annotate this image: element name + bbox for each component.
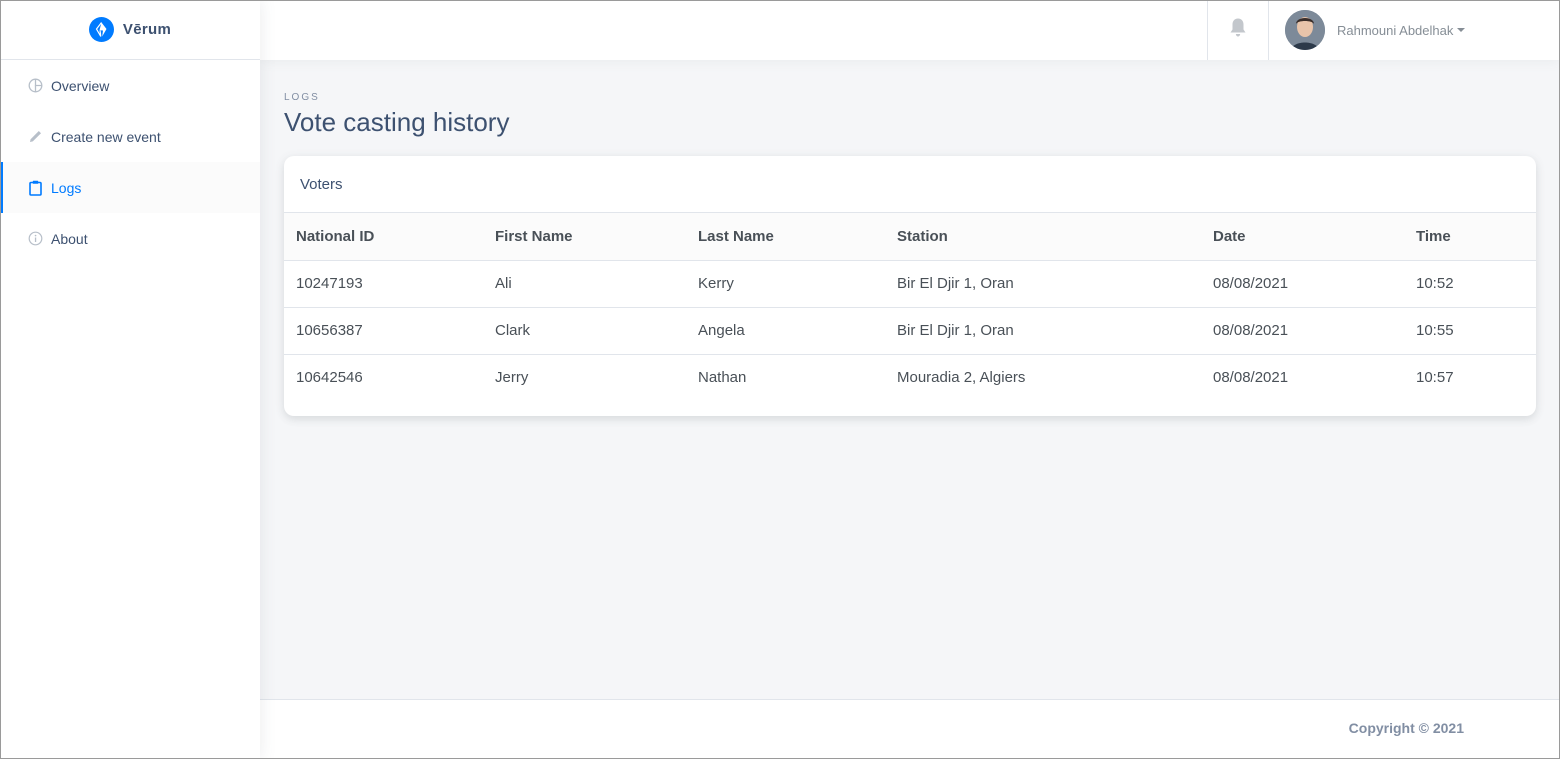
table-row: 10656387 Clark Angela Bir El Djir 1, Ora… [284,307,1536,355]
table-cell: 10:52 [1416,260,1536,308]
copyright-text: Copyright © 2021 [1348,720,1464,736]
pie-chart-icon [27,78,43,94]
brand-name: Vērum [122,21,172,38]
sidebar-item-about[interactable]: About [0,213,260,264]
table-cell: Kerry [698,260,897,308]
caret-down-icon [1457,28,1466,32]
sidebar-item-overview[interactable]: Overview [0,60,260,111]
avatar [1285,10,1325,50]
table-cell: 08/08/2021 [1213,369,1289,387]
column-header: Last Name [698,213,897,261]
pencil-icon [27,129,43,145]
table-cell: Ali [495,260,698,308]
bell-icon [1229,17,1247,43]
user-menu-dropdown[interactable]: Rahmouni Abdelhak [1269,0,1560,60]
table-cell: 08/08/2021 [1213,260,1416,308]
table-cell: 10642546 [296,369,363,387]
page-header: LOGS Vote casting history [284,92,509,138]
table-cell: 10247193 [284,260,495,308]
user-name: Rahmouni Abdelhak [1337,22,1454,38]
table-cell: Jerry [495,369,529,387]
column-header: First Name [495,213,698,261]
column-header: Time [1416,213,1536,261]
table-cell: Bir El Djir 1, Oran [897,307,1213,355]
voters-table: National ID First Name Last Name Station… [284,213,1536,401]
table-cell: 08/08/2021 [1213,307,1416,355]
sidebar-item-label: Logs [51,179,82,196]
voters-card: Voters National ID First Name Last Name … [284,156,1536,416]
column-header: Date [1213,213,1416,261]
table-cell: 10656387 [284,307,495,355]
table-cell: Bir El Djir 1, Oran [897,260,1213,308]
sidebar-item-logs[interactable]: Logs [0,162,260,213]
footer: Copyright © 2021 [260,699,1560,759]
table-cell: Nathan [698,369,747,387]
brand-logo-icon [88,17,114,42]
column-header: Station [897,213,1213,261]
table-cell: Clark [495,307,698,355]
sidebar-nav: Overview Create new event Logs About [0,60,260,264]
sidebar-item-label: Create new event [51,128,161,145]
table-row: 10642546 Jerry Nathan Mouradia 2, Algier… [284,354,1536,401]
table-row: 10247193 Ali Kerry Bir El Djir 1, Oran 0… [284,260,1536,308]
column-header: National ID [284,213,495,261]
card-title: Voters [284,156,1536,213]
main-content: LOGS Vote casting history Voters Nationa… [260,60,1560,699]
sidebar-item-label: Overview [51,77,110,94]
sidebar: Vērum Overview Create new event Logs Abo… [0,0,260,759]
clipboard-icon [27,180,43,196]
table-cell: Mouradia 2, Algiers [897,369,1026,387]
page-subtitle: LOGS [284,92,320,103]
table-cell: 10:57 [1416,369,1454,387]
info-circle-icon [27,231,43,247]
top-navbar: Rahmouni Abdelhak [260,0,1560,60]
page-title: Vote casting history [284,107,510,137]
table-cell: Angela [698,307,897,355]
table-cell: 10:55 [1416,307,1536,355]
notifications-button[interactable] [1207,0,1269,60]
brand[interactable]: Vērum [0,0,260,60]
table-header-row: National ID First Name Last Name Station… [284,213,1536,261]
sidebar-item-label: About [51,230,88,247]
sidebar-item-create-new-event[interactable]: Create new event [0,111,260,162]
